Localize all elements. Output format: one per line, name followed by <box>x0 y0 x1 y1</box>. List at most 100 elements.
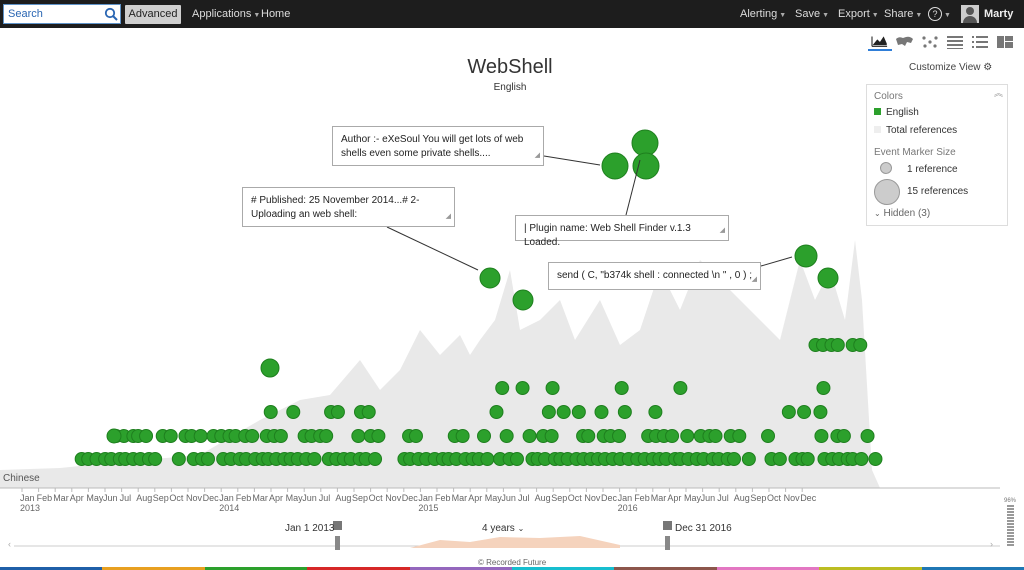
event-marker <box>708 429 723 443</box>
event-marker <box>813 405 828 419</box>
event-marker <box>631 129 659 157</box>
event-marker <box>665 429 680 443</box>
event-marker <box>163 429 178 443</box>
event-marker <box>148 452 163 466</box>
chevron-down-icon: ⌄ <box>517 524 525 533</box>
month-label: Feb <box>634 493 650 503</box>
range-span-dropdown[interactable]: 4 years ⌄ <box>482 523 524 534</box>
resize-handle-icon[interactable]: ◢ <box>535 149 540 163</box>
annotation-plugin[interactable]: | Plugin name: Web Shell Finder v.1.3 Lo… <box>515 215 729 248</box>
year-label: 2016 <box>617 503 638 513</box>
month-label: Nov <box>385 493 402 503</box>
month-label: Jun <box>302 493 317 503</box>
zoom-slider[interactable] <box>1007 505 1014 547</box>
map-icon[interactable] <box>893 33 917 51</box>
event-marker <box>617 405 632 419</box>
month-label: Jul <box>318 493 331 503</box>
event-marker <box>860 429 875 443</box>
annotation-send[interactable]: send ( C, "b374k shell : connected \n " … <box>548 262 761 290</box>
event-marker <box>797 405 812 419</box>
month-label: Jun <box>501 493 516 503</box>
month-label: Jan <box>418 493 433 503</box>
marker-large-label: 15 references <box>907 186 969 197</box>
month-label: Aug <box>534 493 551 503</box>
event-marker <box>814 429 829 443</box>
year-label: 2015 <box>418 503 439 513</box>
event-marker <box>794 244 818 268</box>
event-marker <box>556 405 571 419</box>
event-marker <box>273 429 288 443</box>
month-label: Sep <box>152 493 169 503</box>
resize-handle-icon[interactable]: ◢ <box>720 224 725 238</box>
event-marker <box>499 429 514 443</box>
month-label: Aug <box>136 493 153 503</box>
month-label: Jan <box>20 493 35 503</box>
event-marker <box>772 452 787 466</box>
event-marker <box>601 152 629 180</box>
event-marker <box>522 429 537 443</box>
month-label: May <box>285 493 303 503</box>
total-swatch <box>874 126 881 133</box>
event-marker <box>193 429 208 443</box>
range-start-date: Jan 1 2013 <box>285 523 335 534</box>
month-label: Apr <box>69 493 84 503</box>
hidden-items-toggle[interactable]: ⌄ Hidden (3) <box>874 208 930 219</box>
event-marker <box>868 452 883 466</box>
event-marker <box>307 452 322 466</box>
year-label: 2013 <box>20 503 41 513</box>
gear-icon: ⚙ <box>983 62 993 73</box>
event-marker <box>680 429 695 443</box>
event-marker <box>732 429 747 443</box>
month-label: Jul <box>119 493 132 503</box>
event-marker <box>800 452 815 466</box>
legend-item-total[interactable]: Total references <box>874 125 957 136</box>
timeline-chart-icon[interactable] <box>868 33 892 51</box>
marker-small-label: 1 reference <box>907 164 958 175</box>
marker-size-heading: Event Marker Size <box>874 147 956 158</box>
event-marker <box>509 452 524 466</box>
month-label: Nov <box>584 493 601 503</box>
customize-view-label: Customize View <box>909 62 981 73</box>
range-span-label: 4 years <box>482 523 515 534</box>
month-label: Oct <box>169 493 184 503</box>
annotation-connector <box>543 155 601 166</box>
collapse-icon[interactable]: ︽ <box>994 86 1003 99</box>
list-icon[interactable] <box>968 33 992 51</box>
event-marker <box>830 338 845 352</box>
event-marker <box>632 152 660 180</box>
month-label: Apr <box>667 493 682 503</box>
event-marker <box>544 429 559 443</box>
event-marker <box>319 429 334 443</box>
event-marker <box>245 429 260 443</box>
month-label: Jun <box>700 493 716 503</box>
resize-handle-icon[interactable]: ◢ <box>446 210 451 224</box>
month-label: Dec <box>202 493 219 503</box>
year-label: 2014 <box>219 503 240 513</box>
marker-small-icon <box>880 162 892 174</box>
event-marker <box>853 338 868 352</box>
event-marker <box>781 405 796 419</box>
row-label-chinese: Chinese <box>3 473 40 484</box>
annotation-published[interactable]: # Published: 25 November 2014...# 2- Upl… <box>242 187 455 227</box>
resize-handle-icon[interactable]: ◢ <box>752 273 757 287</box>
zoom-percent: 96% <box>1004 498 1017 504</box>
event-marker <box>479 267 501 289</box>
colors-heading: Colors <box>874 91 903 102</box>
month-label: Jun <box>103 493 118 503</box>
month-label: Nov <box>186 493 203 503</box>
network-icon[interactable] <box>918 33 942 51</box>
month-label: Dec <box>601 493 618 503</box>
month-label: Oct <box>567 493 582 503</box>
annotation-author[interactable]: Author :- eXeSoul You will get lots of w… <box>332 126 544 166</box>
legend-item-english[interactable]: English <box>874 107 919 118</box>
event-marker <box>614 381 629 395</box>
annotation-connector <box>386 226 479 271</box>
event-marker <box>581 429 596 443</box>
dashboard-icon[interactable] <box>993 33 1017 51</box>
month-label: Apr <box>269 493 284 503</box>
table-icon[interactable] <box>943 33 967 51</box>
view-switcher <box>866 33 1020 53</box>
customize-view-button[interactable]: Customize View ⚙ <box>909 62 992 73</box>
range-overview-area <box>410 536 620 548</box>
event-marker <box>673 381 688 395</box>
